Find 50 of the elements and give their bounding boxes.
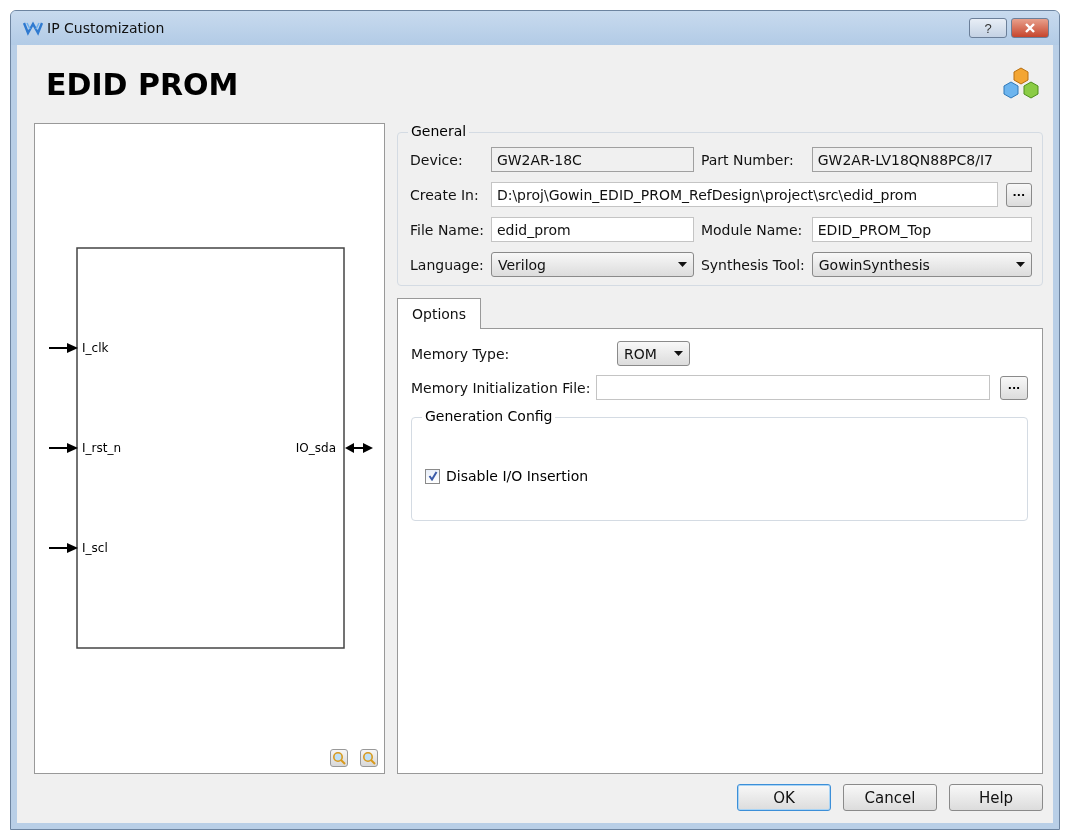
field-label: Module Name: [700,221,804,238]
dropdown[interactable]: Verilog [490,252,694,277]
field-label: Part Number: [700,151,795,168]
text-field[interactable] [596,375,990,400]
readonly-field[interactable]: GW2AR-LV18QN88PC8/I7 [811,147,1032,172]
port-label: I_rst_n [82,441,122,455]
group-title: Generation Config [422,408,556,424]
dropdown[interactable]: GowinSynthesis [811,252,1032,277]
port-label: I_clk [82,341,109,355]
input-arrow [48,343,78,353]
close-icon [1024,23,1036,33]
tab[interactable]: Options [397,298,482,329]
dropdown[interactable]: ROM [617,341,690,366]
browse-button[interactable]: ... [1000,375,1028,400]
help-button[interactable]: ? [969,18,1007,38]
page-heading: EDID PROM [46,66,239,102]
text-field[interactable]: EDID_PROM_Top [811,217,1032,242]
checkmark-icon [427,471,438,481]
browse-button[interactable]: ... [1005,182,1032,207]
checkbox-label[interactable]: Disable I/O Insertion [446,468,589,484]
dialog-button[interactable]: Help [949,784,1043,811]
zoom-out-button[interactable] [360,749,378,767]
port-label: I_scl [82,541,108,555]
field-label: File Name: [410,221,484,238]
field-label: Language: [410,256,484,273]
text-field[interactable]: edid_prom [490,217,694,242]
dialog-button[interactable]: Cancel [843,784,937,811]
field-label: Create In: [410,186,480,203]
bidirectional-arrow [345,443,373,453]
input-arrow [48,443,78,453]
caret-icon [674,351,683,356]
magnifier-icon [332,751,346,765]
caret-icon [677,262,687,267]
field-label: Memory Initialization File: [411,379,591,396]
dialog-button[interactable]: OK [737,784,831,811]
port-label: IO_sda [295,441,336,455]
checkbox[interactable] [425,468,440,484]
close-button[interactable] [1011,18,1049,38]
app-logo-icon [23,20,43,36]
field-label: Memory Type: [411,345,511,362]
field-label: Device: [410,151,464,168]
zoom-in-button[interactable] [330,749,348,767]
caret-icon [1016,262,1025,267]
magnifier-icon [362,751,376,765]
text-field[interactable]: D:\proj\Gowin_EDID_PROM_RefDesign\project\src\edid_prom [490,182,998,207]
input-arrow [48,543,78,553]
field-label: Synthesis Tool: [700,256,805,273]
window-title: IP Customization [47,20,166,36]
group-title: General [408,123,470,139]
readonly-field[interactable]: GW2AR-18C [490,147,694,172]
